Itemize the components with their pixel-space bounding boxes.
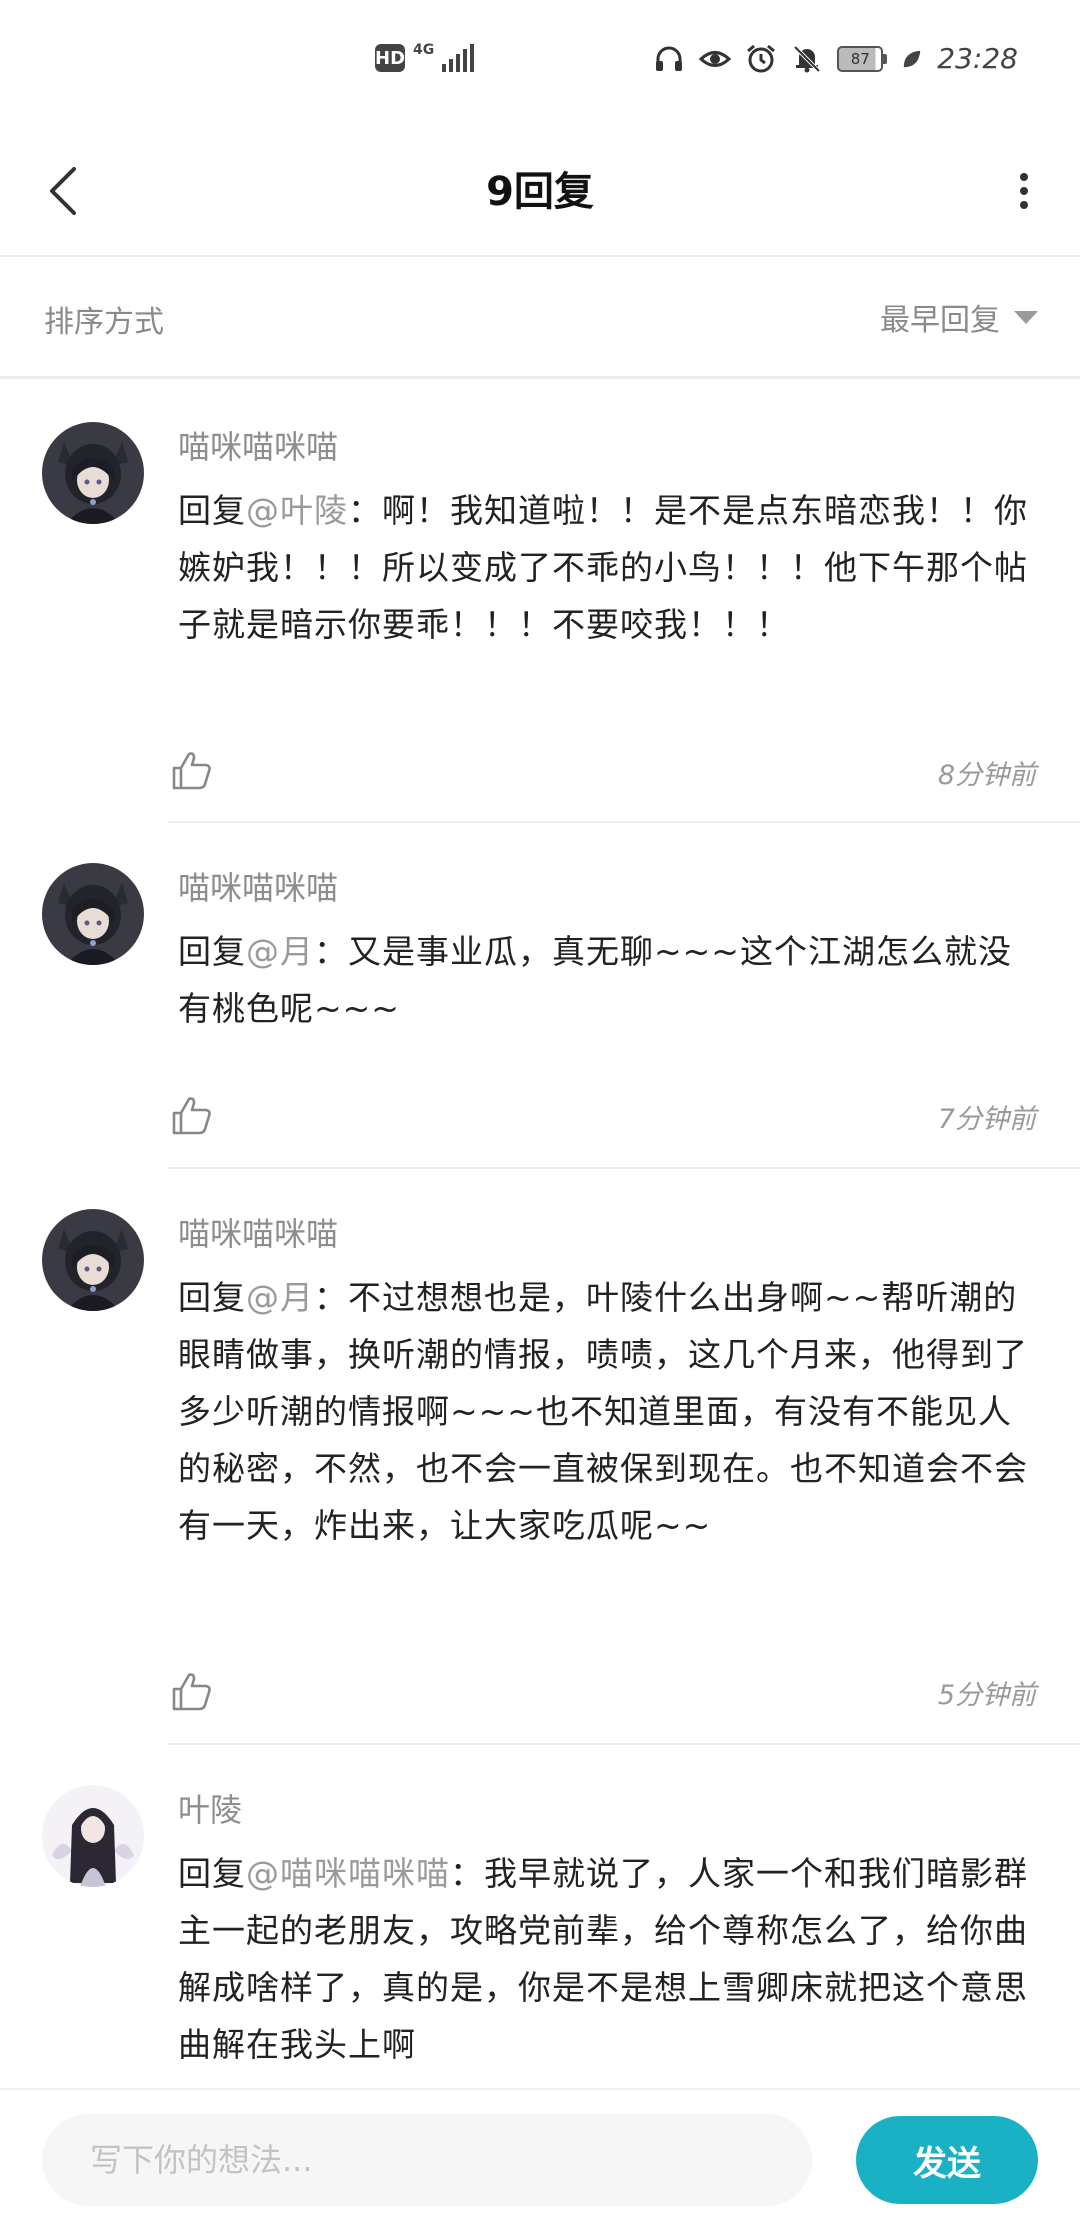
avatar[interactable]	[42, 1785, 144, 1887]
more-button[interactable]	[1006, 163, 1042, 219]
reply-prefix: 回复	[178, 1278, 246, 1317]
comment-time: 7分钟前	[937, 1104, 1036, 1135]
comment-item: 叶陵 回复@喵咪喵咪喵：我早就说了，人家一个和我们暗影群主一起的老朋友，攻略党前…	[0, 1745, 1080, 2145]
hd-badge: HD	[375, 44, 405, 72]
avatar[interactable]	[42, 863, 144, 965]
sort-selected: 最早回复	[880, 303, 1000, 338]
comment-body: 叶陵 回复@喵咪喵咪喵：我早就说了，人家一个和我们暗影群主一起的老朋友，攻略党前…	[178, 1785, 1036, 2073]
comment-text: 回复@月：又是事业瓜，真无聊~~~这个江湖怎么就没有桃色呢~~~	[178, 923, 1036, 1037]
comment-text: 回复@喵咪喵咪喵：我早就说了，人家一个和我们暗影群主一起的老朋友，攻略党前辈，给…	[178, 1845, 1036, 2073]
comment-body: 喵咪喵咪喵 回复@月：不过想想也是，叶陵什么出身啊~~帮听潮的眼睛做事，换听潮的…	[178, 1209, 1036, 1554]
send-button[interactable]: 发送	[856, 2116, 1038, 2204]
comment-body: 喵咪喵咪喵 回复@叶陵：啊！我知道啦！！是不是点东暗恋我！！你嫉妒我！！！所以变…	[178, 422, 1036, 653]
triangle-down-icon	[1014, 310, 1038, 324]
network-type: 4G	[413, 42, 435, 58]
comment-author[interactable]: 喵咪喵咪喵	[178, 863, 1036, 913]
reply-prefix: 回复	[178, 932, 246, 971]
page-title: 9回复	[486, 169, 594, 215]
thumbs-up-icon	[172, 752, 211, 790]
thumbs-up-icon	[172, 1673, 211, 1711]
composer-bar: 发送	[0, 2088, 1080, 2228]
comment-content: ：不过想想也是，叶陵什么出身啊~~帮听潮的眼睛做事，换听潮的情报，啧啧，这几个月…	[178, 1278, 1028, 1545]
status-bar: HD 4G 87 23:28	[0, 0, 1080, 125]
comment-author[interactable]: 喵咪喵咪喵	[178, 422, 1036, 472]
alarm-icon	[747, 44, 776, 72]
status-right: 87 23:28	[653, 42, 1018, 75]
comment-author[interactable]: 叶陵	[178, 1785, 1036, 1835]
bell-mute-icon	[793, 45, 821, 72]
comment-item: 喵咪喵咪喵 回复@月：又是事业瓜，真无聊~~~这个江湖怎么就没有桃色呢~~~ 7…	[0, 823, 1080, 1169]
headphones-icon	[656, 46, 683, 71]
sort-bar: 排序方式 最早回复	[0, 257, 1080, 379]
like-button[interactable]	[170, 748, 214, 792]
sort-label: 排序方式	[44, 305, 164, 340]
comment-text: 回复@叶陵：啊！我知道啦！！是不是点东暗恋我！！你嫉妒我！！！所以变成了不乖的小…	[178, 482, 1036, 653]
status-left: HD 4G	[375, 42, 475, 72]
comment-item: 喵咪喵咪喵 回复@月：不过想想也是，叶陵什么出身啊~~帮听潮的眼睛做事，换听潮的…	[0, 1169, 1080, 1745]
comment-item: 喵咪喵咪喵 回复@叶陵：啊！我知道啦！！是不是点东暗恋我！！你嫉妒我！！！所以变…	[0, 380, 1080, 823]
clock: 23:28	[937, 42, 1018, 75]
like-button[interactable]	[170, 1093, 214, 1137]
header: 9回复	[0, 125, 1080, 257]
leaf-icon	[904, 50, 921, 67]
reply-prefix: 回复	[178, 1854, 246, 1893]
avatar[interactable]	[42, 422, 144, 524]
sort-dropdown[interactable]: 最早回复	[880, 295, 1038, 339]
comment-author[interactable]: 喵咪喵咪喵	[178, 1209, 1036, 1259]
comment-list: 喵咪喵咪喵 回复@叶陵：啊！我知道啦！！是不是点东暗恋我！！你嫉妒我！！！所以变…	[0, 380, 1080, 2145]
mention-link[interactable]: @月	[246, 932, 314, 971]
like-button[interactable]	[170, 1669, 214, 1713]
comment-time: 8分钟前	[937, 760, 1036, 791]
battery-icon: 87	[837, 45, 888, 72]
signal-icon	[442, 44, 475, 72]
battery-level: 87	[837, 45, 884, 72]
comment-input[interactable]	[42, 2114, 812, 2206]
mention-link[interactable]: @叶陵	[246, 491, 348, 530]
reply-prefix: 回复	[178, 491, 246, 530]
avatar[interactable]	[42, 1209, 144, 1311]
comment-text: 回复@月：不过想想也是，叶陵什么出身啊~~帮听潮的眼睛做事，换听潮的情报，啧啧，…	[178, 1269, 1036, 1554]
comment-body: 喵咪喵咪喵 回复@月：又是事业瓜，真无聊~~~这个江湖怎么就没有桃色呢~~~	[178, 863, 1036, 1037]
mention-link[interactable]: @月	[246, 1278, 314, 1317]
eye-icon	[699, 50, 732, 67]
comment-time: 5分钟前	[937, 1680, 1036, 1711]
thumbs-up-icon	[172, 1097, 211, 1135]
more-vertical-icon	[1020, 173, 1028, 209]
mention-link[interactable]: @喵咪喵咪喵	[246, 1854, 450, 1893]
